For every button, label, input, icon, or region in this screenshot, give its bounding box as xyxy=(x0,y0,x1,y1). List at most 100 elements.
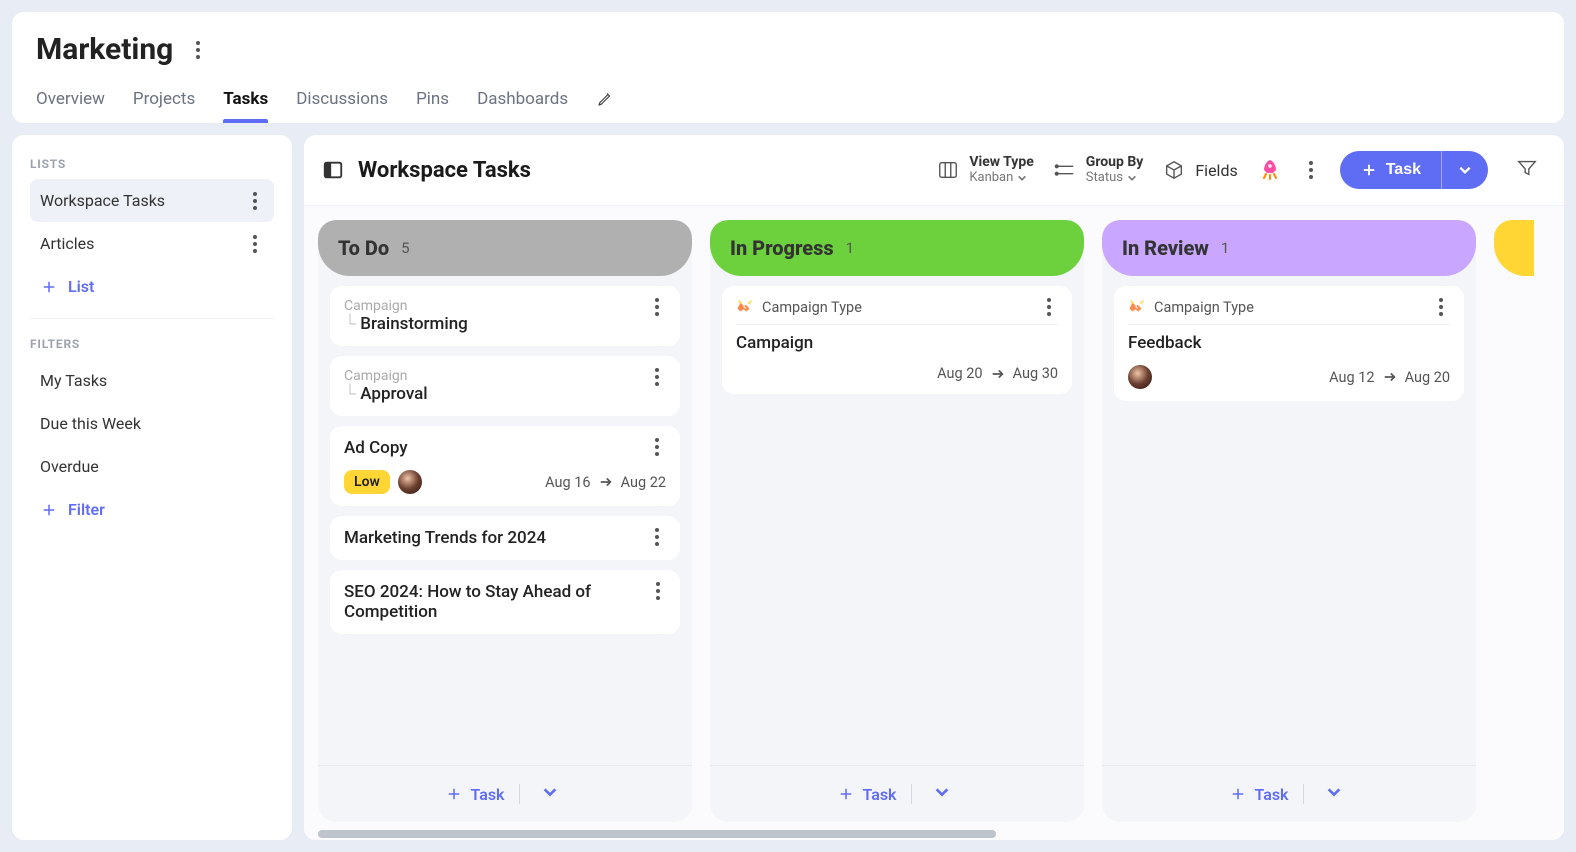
plus-icon xyxy=(837,785,855,803)
tab-pins[interactable]: Pins xyxy=(416,89,449,123)
assignee-avatar[interactable] xyxy=(398,470,422,494)
rocket-icon[interactable] xyxy=(1258,158,1282,182)
card-title: └ Approval xyxy=(344,384,428,404)
tabs-row: Overview Projects Tasks Discussions Pins Dash… xyxy=(36,89,1540,123)
sidebar-filter-item[interactable]: Overdue xyxy=(30,445,274,488)
column-add-task-dropdown[interactable] xyxy=(1318,780,1350,808)
column-count: 1 xyxy=(1221,239,1229,257)
assignee-avatar[interactable] xyxy=(1128,365,1152,389)
card-dates: Aug 16 Aug 22 xyxy=(545,474,666,491)
edit-tabs-icon[interactable] xyxy=(596,90,614,108)
toolbar-more-icon[interactable] xyxy=(1302,161,1320,179)
card-parent: Campaign xyxy=(344,298,468,314)
card-start-date: Aug 20 xyxy=(937,365,982,382)
tab-tasks[interactable]: Tasks xyxy=(223,89,268,123)
card-title: Feedback xyxy=(1128,333,1450,353)
card-end-date: Aug 20 xyxy=(1405,369,1450,386)
priority-pill: Low xyxy=(344,470,390,494)
card-menu-icon[interactable] xyxy=(1432,298,1450,316)
page-title: Marketing xyxy=(36,32,173,67)
sidebar-list-item[interactable]: Workspace Tasks xyxy=(30,179,274,222)
sidebar-lists-heading: LISTS xyxy=(30,157,274,171)
collapse-sidebar-icon[interactable] xyxy=(322,159,344,181)
view-type-selector[interactable]: View Type Kanban xyxy=(937,154,1033,185)
add-filter-button[interactable]: Filter xyxy=(30,488,274,531)
task-card[interactable]: SEO 2024: How to Stay Ahead of Competiti… xyxy=(330,570,680,634)
fields-button[interactable]: Fields xyxy=(1163,159,1237,181)
card-end-date: Aug 22 xyxy=(621,474,666,491)
tab-projects[interactable]: Projects xyxy=(133,89,195,123)
plus-icon xyxy=(445,785,463,803)
card-menu-icon[interactable] xyxy=(1040,298,1058,316)
card-menu-icon[interactable] xyxy=(650,582,666,600)
card-title: Ad Copy xyxy=(344,438,408,458)
column-body: Campaign└ BrainstormingCampaign└ Approva… xyxy=(318,276,692,765)
board-toolbar: Workspace Tasks View Type Kanban xyxy=(304,135,1564,206)
tab-discussions[interactable]: Discussions xyxy=(296,89,388,123)
group-by-selector[interactable]: Group By Status xyxy=(1054,154,1144,185)
card-parent: Campaign xyxy=(344,368,428,384)
card-menu-icon[interactable] xyxy=(648,298,666,316)
view-type-label: View Type xyxy=(969,154,1033,170)
card-start-date: Aug 12 xyxy=(1329,369,1374,386)
column-header[interactable]: To Do5 xyxy=(318,220,692,276)
chevron-down-icon xyxy=(1326,784,1342,800)
column-add-task[interactable]: Task xyxy=(837,785,897,804)
column-add-task-label: Task xyxy=(863,785,897,804)
column-add-task[interactable]: Task xyxy=(1229,785,1289,804)
page-header: Marketing Overview Projects Tasks Discussio… xyxy=(12,12,1564,123)
list-item-menu-icon[interactable] xyxy=(246,235,264,253)
new-task-dropdown[interactable] xyxy=(1441,151,1488,189)
task-card[interactable]: Campaign TypeCampaignAug 20Aug 30 xyxy=(722,286,1072,394)
task-card[interactable]: Ad Copy Low Aug 16 Aug 22 xyxy=(330,426,680,506)
plus-icon xyxy=(40,278,58,296)
sidebar-divider xyxy=(30,318,274,319)
group-by-label: Group By xyxy=(1086,154,1144,170)
tab-overview[interactable]: Overview xyxy=(36,89,105,123)
sidebar-filter-item[interactable]: My Tasks xyxy=(30,359,274,402)
filter-button[interactable] xyxy=(1508,149,1546,191)
column-footer: Task xyxy=(318,765,692,822)
task-card[interactable]: Campaign└ Brainstorming xyxy=(330,286,680,346)
add-filter-label: Filter xyxy=(68,500,105,519)
column-add-task-dropdown[interactable] xyxy=(926,780,958,808)
list-item-menu-icon[interactable] xyxy=(246,192,264,210)
task-card[interactable]: Campaign Type Feedback Aug 12 Aug 20 xyxy=(1114,286,1464,401)
board-column-peek xyxy=(1494,220,1516,822)
chevron-down-icon xyxy=(1127,173,1137,183)
card-tag: Campaign Type xyxy=(1154,299,1254,316)
sidebar-filter-item[interactable]: Due this Week xyxy=(30,402,274,445)
board-columns[interactable]: To Do5Campaign└ BrainstormingCampaign└ A… xyxy=(304,206,1564,830)
page-menu-icon[interactable] xyxy=(189,41,207,59)
column-header[interactable]: In Review1 xyxy=(1102,220,1476,276)
column-add-task[interactable]: Task xyxy=(445,785,505,804)
arrow-right-icon xyxy=(991,367,1005,381)
sidebar-list-label: Workspace Tasks xyxy=(40,191,165,210)
board-title: Workspace Tasks xyxy=(358,158,531,183)
add-list-button[interactable]: List xyxy=(30,265,274,308)
task-card[interactable]: Campaign└ Approval xyxy=(330,356,680,416)
board-column: In Review1 Campaign Type Feedback Aug 12 Aug… xyxy=(1102,220,1476,822)
card-title: SEO 2024: How to Stay Ahead of Competiti… xyxy=(344,582,650,622)
sidebar-list-item[interactable]: Articles xyxy=(30,222,274,265)
sidebar-list-label: Articles xyxy=(40,234,94,253)
card-start-date: Aug 16 xyxy=(545,474,590,491)
card-menu-icon[interactable] xyxy=(648,528,666,546)
card-menu-icon[interactable] xyxy=(648,368,666,386)
column-add-task-dropdown[interactable] xyxy=(534,780,566,808)
sidebar-filter-label: Overdue xyxy=(40,457,99,476)
sidebar-filter-label: Due this Week xyxy=(40,414,141,433)
column-add-task-label: Task xyxy=(471,785,505,804)
column-header[interactable] xyxy=(1494,220,1534,276)
group-by-value: Status xyxy=(1086,171,1123,186)
task-card[interactable]: Marketing Trends for 2024 xyxy=(330,516,680,560)
horizontal-scrollbar[interactable] xyxy=(304,830,1564,840)
column-body: Campaign Type Feedback Aug 12 Aug 20 xyxy=(1102,276,1476,765)
tab-dashboards[interactable]: Dashboards xyxy=(477,89,568,123)
arrow-right-icon xyxy=(599,475,613,489)
board-column: To Do5Campaign└ BrainstormingCampaign└ A… xyxy=(318,220,692,822)
add-list-label: List xyxy=(68,277,94,296)
card-menu-icon[interactable] xyxy=(648,438,666,456)
new-task-button[interactable]: Task xyxy=(1340,151,1441,189)
column-header[interactable]: In Progress1 xyxy=(710,220,1084,276)
